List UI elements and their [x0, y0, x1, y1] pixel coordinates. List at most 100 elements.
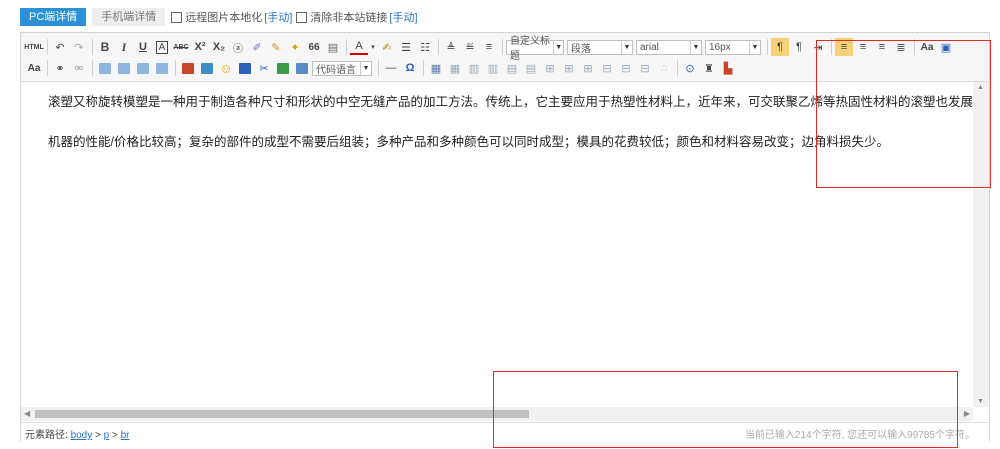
toolbar-separator: [423, 60, 424, 76]
strikethrough-button[interactable]: ABC: [172, 38, 190, 56]
emotion-icon[interactable]: ☺: [217, 59, 235, 77]
superscript-button[interactable]: X²: [191, 38, 209, 56]
clear-links-option: 清除非本站链接 [手动]: [296, 9, 418, 25]
remote-image-label: 远程图片本地化: [185, 12, 263, 24]
image-float-none-icon[interactable]: [96, 59, 114, 77]
delete-row-icon[interactable]: ▥: [484, 59, 502, 77]
multi-image-icon[interactable]: [198, 59, 216, 77]
insert-video-icon[interactable]: [293, 59, 311, 77]
path-p-link[interactable]: p: [104, 430, 110, 441]
custom-heading-select[interactable]: 自定义标题 ▼: [506, 36, 564, 62]
table-insert-icon[interactable]: ▦: [427, 59, 445, 77]
format-match-icon[interactable]: ⓐ: [229, 38, 247, 56]
font-size-value: 16px: [709, 41, 731, 53]
image-float-left-icon[interactable]: [115, 59, 133, 77]
delete-col-icon[interactable]: ▤: [522, 59, 540, 77]
merge-down-icon[interactable]: ⊞: [579, 59, 597, 77]
font-size-select[interactable]: 16px ▼: [705, 39, 761, 55]
bold-button[interactable]: B: [96, 38, 114, 56]
template-icon[interactable]: ▙: [719, 59, 737, 77]
chevron-down-icon: ▼: [690, 40, 701, 54]
path-separator: >: [112, 430, 118, 441]
toolbar-separator: [767, 39, 768, 55]
toolbar-separator: [346, 39, 347, 55]
underline-button[interactable]: U: [134, 38, 152, 56]
link-icon[interactable]: ⚭: [51, 59, 69, 77]
undo-icon[interactable]: ↶: [51, 38, 69, 56]
split-cells-icon[interactable]: ⊟: [598, 59, 616, 77]
paste-plain-icon[interactable]: ▤: [324, 38, 342, 56]
image-center-icon[interactable]: [153, 59, 171, 77]
font-scale-icon[interactable]: Aa: [25, 59, 43, 77]
redo-icon[interactable]: ↷: [70, 38, 88, 56]
special-chars-button[interactable]: Ω: [401, 59, 419, 77]
preview-icon[interactable]: ⊙: [681, 59, 699, 77]
paragraph-format-select[interactable]: 段落 ▼: [567, 39, 633, 55]
code-language-value: 代码语言: [316, 64, 356, 76]
scroll-down-icon[interactable]: ▼: [977, 398, 984, 405]
insert-image-icon[interactable]: [179, 59, 197, 77]
row-spacing-top-icon[interactable]: ≜: [442, 38, 460, 56]
subscript-button[interactable]: X₂: [210, 38, 228, 56]
merge-cells-icon[interactable]: ⊞: [541, 59, 559, 77]
html-source-button[interactable]: HTML: [24, 38, 43, 56]
merge-right-icon[interactable]: ⊞: [560, 59, 578, 77]
font-family-value: arial: [640, 41, 659, 53]
remote-image-manual-link[interactable]: [手动]: [264, 9, 292, 25]
image-float-right-icon[interactable]: [134, 59, 152, 77]
row-spacing-bottom-icon[interactable]: ≝: [461, 38, 479, 56]
horizontal-scroll-thumb[interactable]: [35, 410, 529, 418]
toolbar-separator: [438, 39, 439, 55]
insert-col-icon[interactable]: ▤: [503, 59, 521, 77]
path-body-link[interactable]: body: [71, 430, 93, 441]
code-language-select[interactable]: 代码语言 ▼: [312, 60, 372, 76]
toolbar-row-2: Aa ⚭ ⚮ ☺ ✂ 代码语言 ▼ — Ω ▦ ▦ ▥ ▥ ▤ ▤ ⊞ ⊞ ⊞ …: [25, 58, 738, 78]
scroll-right-icon[interactable]: ▶: [964, 409, 970, 418]
remote-image-checkbox[interactable]: [171, 11, 183, 23]
format-brush-icon[interactable]: ✎: [267, 38, 285, 56]
attachment-icon[interactable]: ✂: [255, 59, 273, 77]
horizontal-rule-button[interactable]: —: [382, 59, 400, 77]
split-cols-icon[interactable]: ⊟: [636, 59, 654, 77]
scroll-left-icon[interactable]: ◀: [24, 409, 30, 418]
clear-links-checkbox[interactable]: [296, 11, 308, 23]
eraser-icon[interactable]: ✐: [248, 38, 266, 56]
element-path: 元素路径: body > p > br: [25, 426, 130, 441]
table-delete-icon[interactable]: ▦: [446, 59, 464, 77]
insert-frame-icon[interactable]: [274, 59, 292, 77]
highlight-box-toolbar: [816, 40, 991, 188]
bold-label: B: [100, 40, 110, 54]
toolbar-separator: [502, 39, 503, 55]
font-color-dropdown-icon[interactable]: ▾: [369, 38, 377, 56]
search-replace-icon[interactable]: ♜: [700, 59, 718, 77]
toolbar-separator: [677, 60, 678, 76]
insert-table-icon[interactable]: [236, 59, 254, 77]
line-height-icon[interactable]: ≡: [480, 38, 498, 56]
italic-label: I: [121, 39, 127, 54]
direction-rtl-icon[interactable]: ¶: [790, 38, 808, 56]
blockquote-button[interactable]: 66: [305, 38, 323, 56]
toolbar-separator: [378, 60, 379, 76]
unordered-list-icon[interactable]: ☷: [416, 38, 434, 56]
auto-typeset-icon[interactable]: ✦: [286, 38, 304, 56]
font-family-select[interactable]: arial ▼: [636, 39, 702, 55]
direction-ltr-icon[interactable]: ¶: [771, 38, 789, 56]
insert-row-icon[interactable]: ▥: [465, 59, 483, 77]
tab-mobile-detail[interactable]: 手机端详情: [92, 8, 166, 26]
tab-pc-detail[interactable]: PC端详情: [20, 8, 87, 26]
split-rows-icon[interactable]: ⊟: [617, 59, 635, 77]
remote-image-option: 远程图片本地化 [手动]: [171, 9, 292, 25]
font-color-button[interactable]: A: [350, 40, 368, 55]
table-props-icon[interactable]: ⌂: [655, 59, 673, 77]
clear-links-manual-link[interactable]: [手动]: [389, 9, 417, 25]
font-border-label: A: [155, 40, 169, 54]
detail-tabs: PC端详情 手机端详情 远程图片本地化 [手动] 清除非本站链接 [手动]: [20, 7, 422, 27]
content-paragraph: 机器的性能/价格比较高；复杂的部件的成型不需要后组装；多种产品和多种颜色可以同时…: [48, 135, 889, 149]
element-path-label: 元素路径:: [25, 430, 68, 441]
background-color-icon[interactable]: ✍: [378, 38, 396, 56]
unlink-icon[interactable]: ⚮: [70, 59, 88, 77]
ordered-list-icon[interactable]: ☰: [397, 38, 415, 56]
path-br-link[interactable]: br: [121, 430, 130, 441]
font-border-button[interactable]: A: [153, 38, 171, 56]
italic-button[interactable]: I: [115, 38, 133, 56]
